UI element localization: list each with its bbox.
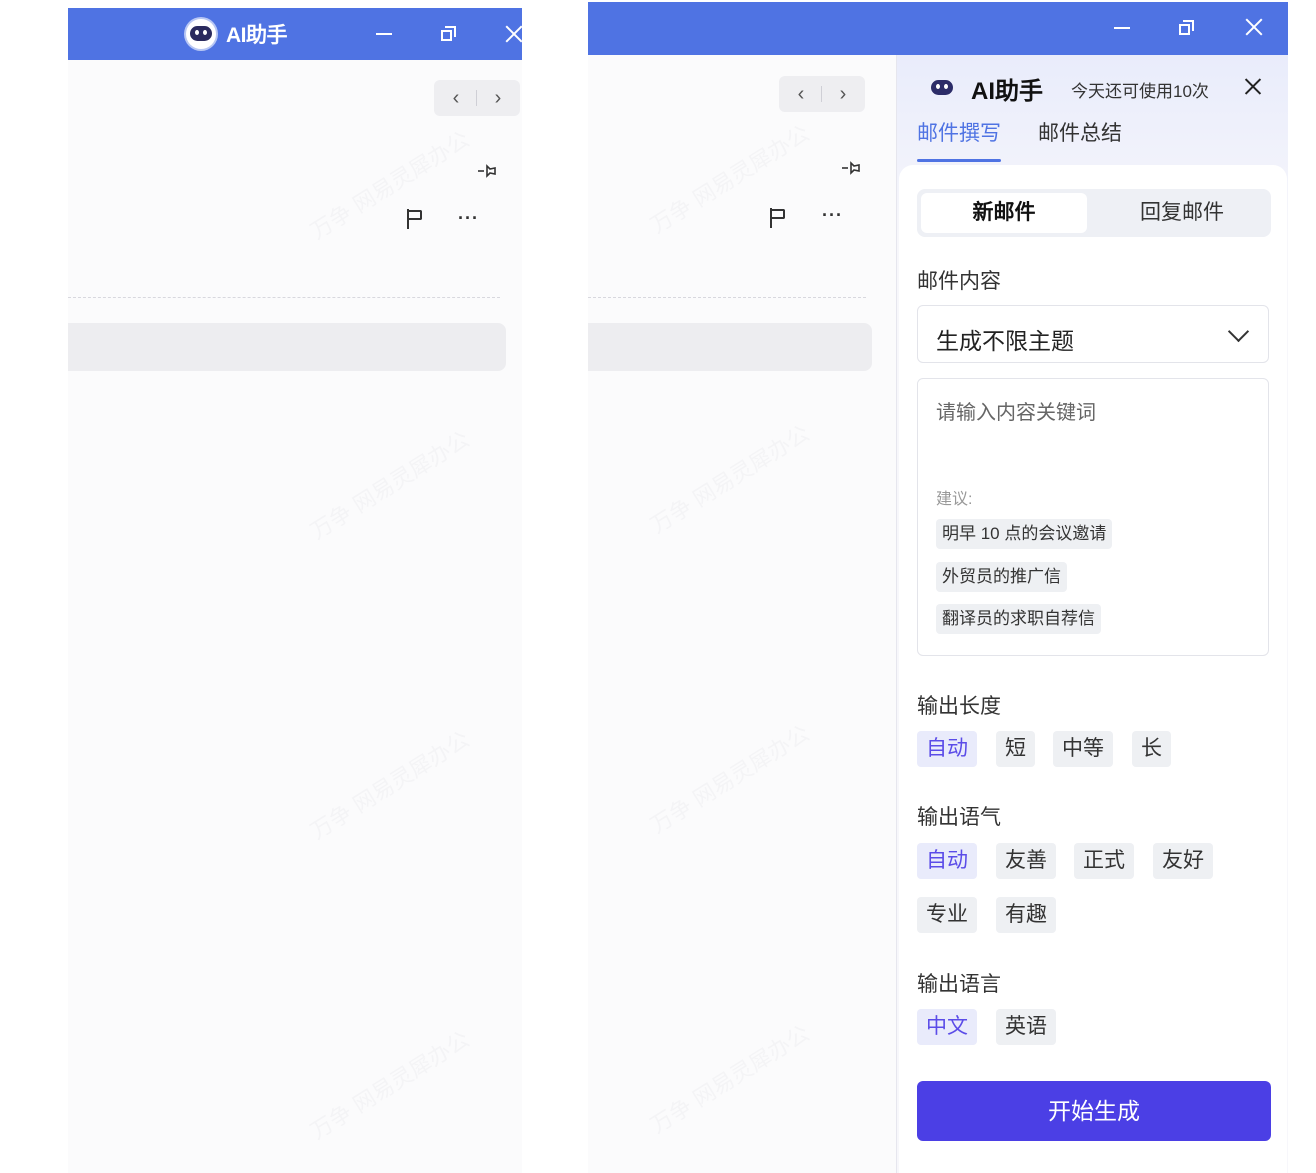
tone-option-fun[interactable]: 有趣: [996, 897, 1056, 933]
keyword-placeholder: 请输入内容关键词: [936, 402, 1096, 424]
suggestion-chip[interactable]: 翻译员的求职自荐信: [936, 604, 1101, 634]
chevron-left-icon[interactable]: ‹: [438, 80, 474, 116]
right-mail-window: ‹ › ··· 万争 网易灵犀办公 万争 网易灵犀办公 万争 网易灵犀办公 万争…: [588, 2, 1288, 1173]
length-option-long[interactable]: 长: [1132, 731, 1171, 767]
topic-select[interactable]: 生成不限主题: [917, 305, 1269, 363]
length-option-auto[interactable]: 自动: [917, 731, 977, 767]
tone-option-kind[interactable]: 友好: [1153, 843, 1213, 879]
language-option-english[interactable]: 英语: [996, 1009, 1056, 1045]
minimize-icon[interactable]: [1110, 16, 1134, 40]
left-titlebar: AI助手: [68, 8, 522, 60]
flag-icon[interactable]: [767, 206, 789, 230]
tab-email-compose[interactable]: 邮件撰写: [917, 117, 1001, 147]
left-nav-arrows: ‹ ›: [434, 80, 520, 116]
restore-icon[interactable]: [438, 22, 462, 46]
content-label: 邮件内容: [917, 270, 1001, 293]
left-mail-window: AI助手 ‹ › ··· 万争 网易灵犀办公 万争 网易灵犀办公 万争 网易灵犀…: [68, 8, 522, 1173]
watermark: 万争 网易灵犀办公: [306, 126, 474, 245]
divider: [68, 297, 500, 298]
more-icon[interactable]: ···: [822, 205, 843, 226]
right-nav-arrows: ‹ ›: [779, 76, 865, 112]
chevron-right-icon[interactable]: ›: [480, 80, 516, 116]
start-generate-button[interactable]: 开始生成: [917, 1081, 1271, 1141]
usage-count: 今天还可使用10次: [1071, 82, 1209, 101]
suggestion-chip[interactable]: 外贸员的推广信: [936, 562, 1067, 592]
more-icon[interactable]: ···: [458, 208, 479, 229]
divider: [588, 297, 866, 298]
keyword-textarea[interactable]: 请输入内容关键词 建议: 明早 10 点的会议邀请 外贸员的推广信 翻译员的求职…: [917, 378, 1269, 656]
watermark: 万争 网易灵犀办公: [306, 726, 474, 845]
chevron-left-icon[interactable]: ‹: [783, 76, 819, 112]
length-option-medium[interactable]: 中等: [1053, 731, 1113, 767]
watermark: 万争 网易灵犀办公: [306, 426, 474, 545]
tone-option-auto[interactable]: 自动: [917, 843, 977, 879]
tone-label: 输出语气: [917, 806, 1001, 829]
tone-option-friendly[interactable]: 友善: [996, 843, 1056, 879]
language-label: 输出语言: [917, 973, 1001, 996]
segment-reply-mail[interactable]: 回复邮件: [1099, 193, 1265, 233]
watermark: 万争 网易灵犀办公: [646, 420, 814, 539]
chevron-down-icon: [1227, 320, 1250, 343]
watermark: 万争 网易灵犀办公: [646, 1020, 814, 1139]
tone-option-formal[interactable]: 正式: [1074, 843, 1134, 879]
close-icon[interactable]: [1241, 75, 1265, 99]
language-option-chinese[interactable]: 中文: [917, 1009, 977, 1045]
pin-icon[interactable]: [476, 159, 500, 183]
nav-separator: [821, 86, 822, 102]
close-icon[interactable]: [1242, 15, 1266, 39]
left-title-group: AI助手: [186, 8, 288, 60]
length-option-short[interactable]: 短: [996, 731, 1035, 767]
tone-option-professional[interactable]: 专业: [917, 897, 977, 933]
flag-icon[interactable]: [404, 207, 426, 231]
ai-assistant-panel: AI助手 今天还可使用10次 邮件撰写 邮件总结 新邮件 回复邮件 邮件内容 生…: [896, 55, 1288, 1173]
active-tab-indicator: [917, 159, 1001, 162]
pin-icon[interactable]: [840, 156, 864, 180]
length-label: 输出长度: [917, 695, 1001, 718]
ai-assistant-logo-icon: [186, 19, 216, 49]
nav-separator: [476, 90, 477, 106]
mail-type-segmented: 新邮件 回复邮件: [917, 189, 1271, 237]
tab-email-summary[interactable]: 邮件总结: [1038, 117, 1122, 147]
suggestion-label: 建议:: [936, 491, 973, 508]
watermark: 万争 网易灵犀办公: [646, 720, 814, 839]
placeholder-bar: [68, 323, 506, 371]
close-icon[interactable]: [502, 22, 522, 46]
left-window-title: AI助手: [226, 24, 288, 47]
compose-card: 新邮件 回复邮件 邮件内容 生成不限主题 请输入内容关键词 建议: 明早 10 …: [899, 165, 1287, 1173]
restore-icon[interactable]: [1176, 16, 1200, 40]
right-titlebar: [588, 2, 1288, 55]
minimize-icon[interactable]: [372, 22, 396, 46]
watermark: 万争 网易灵犀办公: [646, 120, 814, 239]
suggestion-chip[interactable]: 明早 10 点的会议邀请: [936, 519, 1113, 549]
segment-new-mail[interactable]: 新邮件: [921, 193, 1087, 233]
panel-title: AI助手: [971, 78, 1043, 105]
watermark: 万争 网易灵犀办公: [306, 1026, 474, 1145]
placeholder-bar: [588, 323, 872, 371]
topic-select-value: 生成不限主题: [936, 328, 1074, 354]
chevron-right-icon[interactable]: ›: [825, 76, 861, 112]
